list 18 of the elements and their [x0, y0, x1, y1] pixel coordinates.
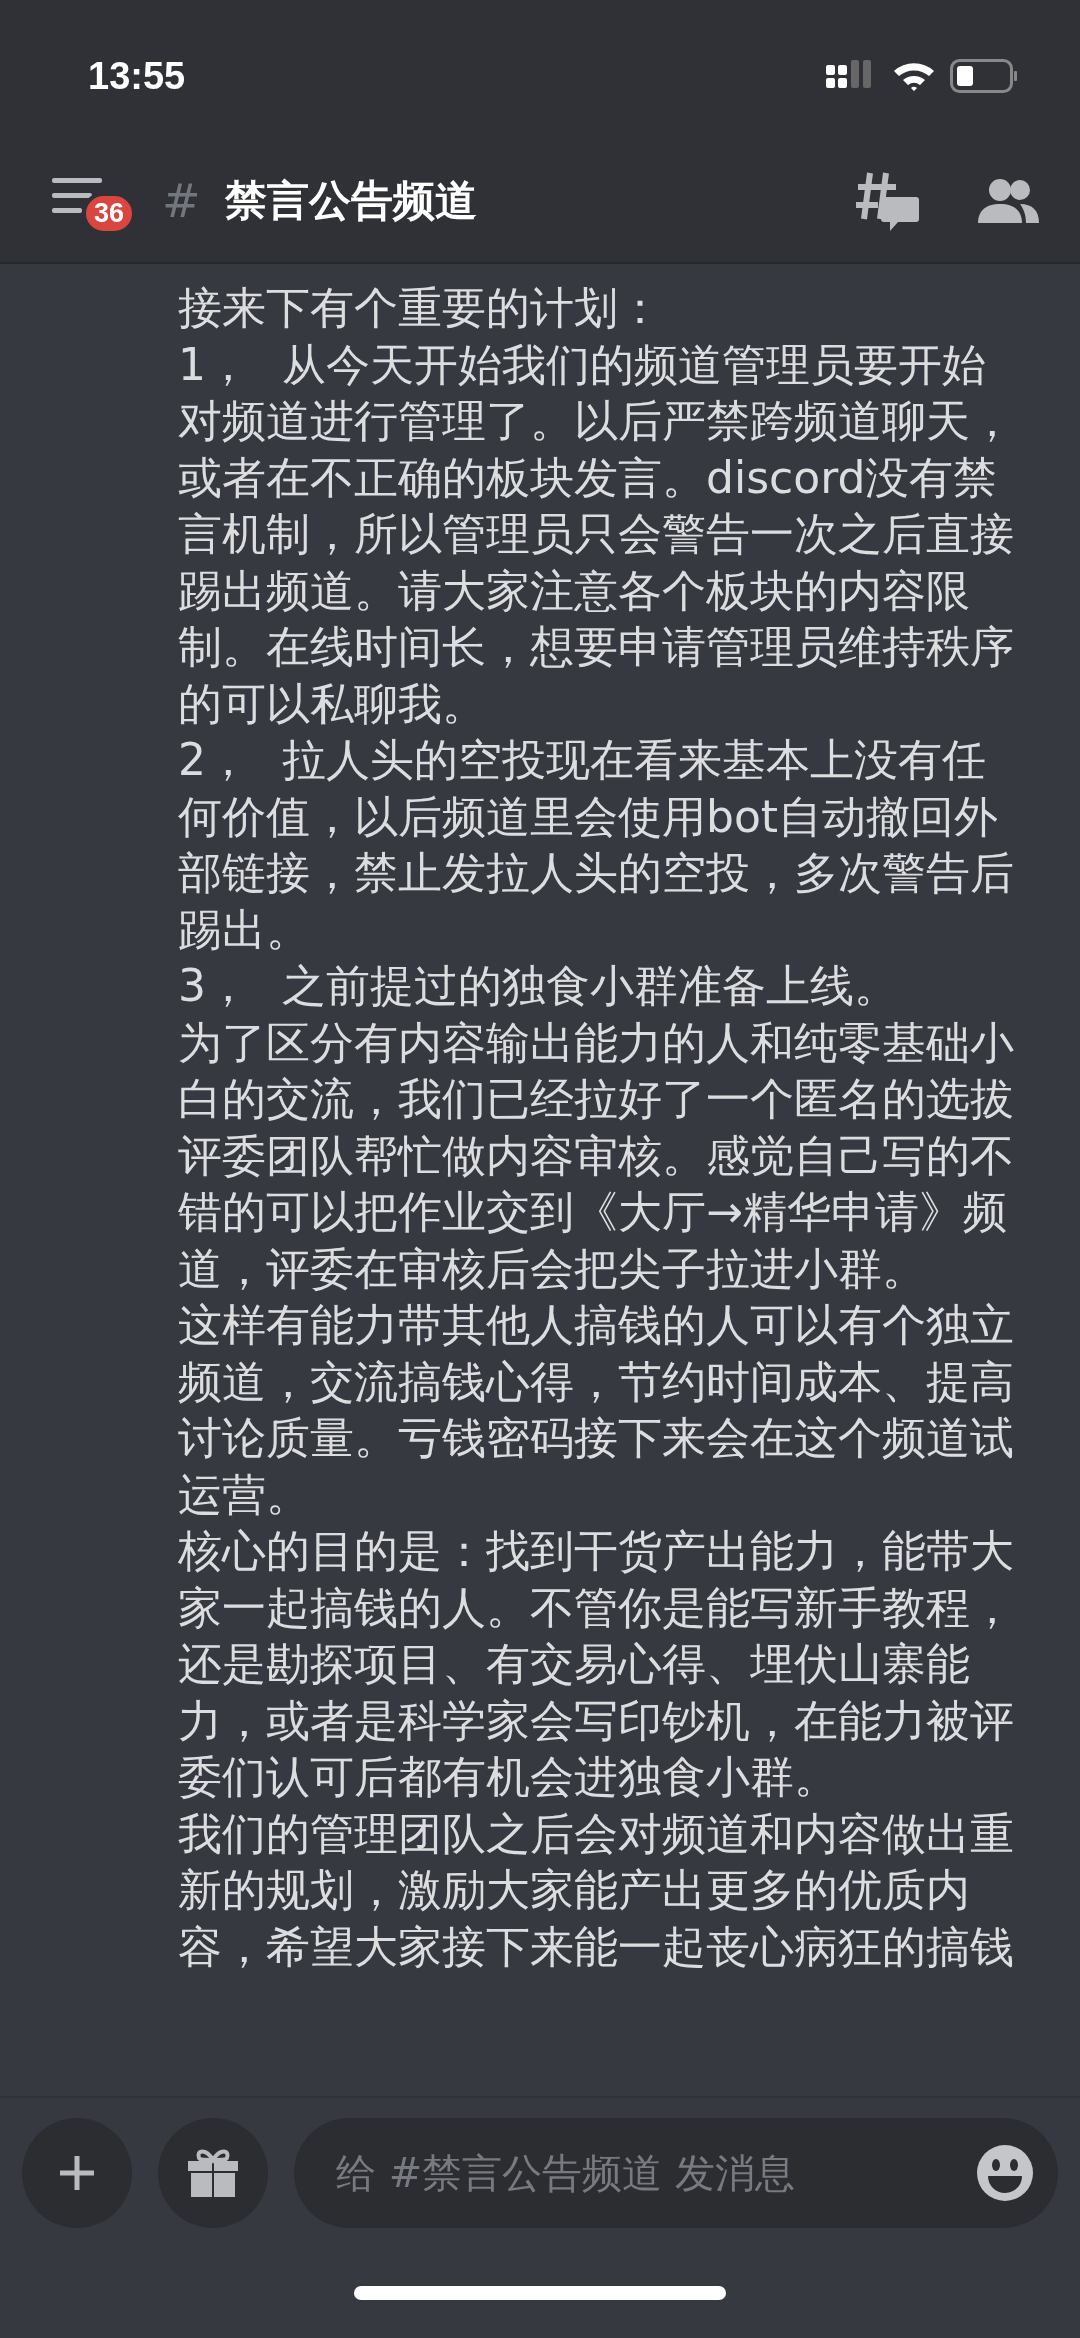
battery-icon: [950, 59, 1018, 93]
message-text: 3， 之前提过的独食小群准备上线。: [178, 959, 899, 1013]
plus-icon: [57, 2153, 97, 2193]
wifi-icon: [892, 60, 936, 92]
message-text: 1， 从今天开始我们的频道管理员要开始对频道进行管理了。以后严禁跨频道聊天，或者在不正确的板块发言。discord没有禁言机制，所以管理员只会警告一次之后直接踢出频道。请大家注意各个板块的内容限制。在线时间长，想要申请管理员维持秩序的可以私聊我。: [178, 337, 1015, 731]
channel-hash: #: [162, 174, 201, 228]
message-text: 接来下有个重要的计划：: [178, 281, 663, 335]
emoji-icon[interactable]: [976, 2144, 1034, 2202]
status-time: 13:55: [88, 54, 186, 98]
message-text: 为了区分有内容输出能力的人和纯零基础小白的交流，我们已经拉好了一个匿名的选拔评委团队帮忙做内容审核。感觉自己写的不错的可以把作业交到《大厅→精华申请》频道，评委在审核后会把尖子拉进小群。: [178, 1015, 1015, 1296]
message-text: 2， 拉人头的空投现在看来基本上没有任何价值，以后频道里会使用bot自动撤回外部链接，禁止发拉人头的空投，多次警告后踢出。: [178, 733, 1015, 957]
channel-title: 禁言公告频道: [224, 175, 478, 227]
message-field[interactable]: 给 #禁言公告频道 发消息: [334, 2149, 976, 2197]
message-text: 核心的目的是：找到干货产出能力，能带大家一起搞钱的人。不管你是能写新手教程，还是勘探项目、有交易心得、埋伏山寨能力，或者是科学家会写印钞机，在能力被评委们认可后都有机会进独食小群。: [178, 1524, 1015, 1804]
message-text: 这样有能力带其他人搞钱的人可以有个独立频道，交流搞钱心得，节约时间成本、提高讨论质量。亏钱密码接下来会在这个频道试运营。: [178, 1298, 1015, 1522]
members-icon[interactable]: [976, 177, 1040, 225]
message-text: 我们的管理团队之后会对频道和内容做出重新的规划，激励大家能产出更多的优质内容，希望大家接下来能一起丧心病狂的搞钱: [178, 1806, 1015, 1974]
message-input[interactable]: 给 #禁言公告频道 发消息: [294, 2118, 1058, 2228]
